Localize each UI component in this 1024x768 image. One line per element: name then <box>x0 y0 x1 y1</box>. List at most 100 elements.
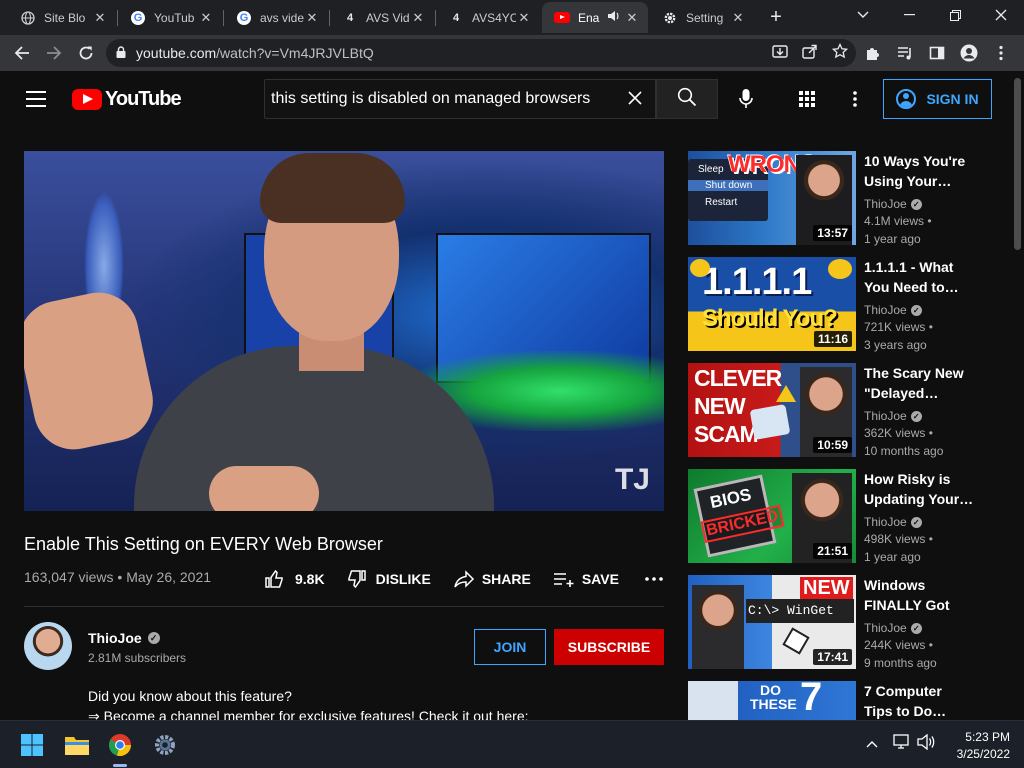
recommended-channel-name[interactable]: ThioJoe <box>864 196 907 212</box>
close-icon[interactable]: ✕ <box>304 10 320 26</box>
thumb-headline: 1.1.1.1 <box>702 261 812 303</box>
install-app-icon[interactable] <box>772 43 788 62</box>
scrollbar-thumb[interactable] <box>1014 78 1021 250</box>
video-thumbnail[interactable]: NEW C:\> WinGet 17:41 <box>688 575 856 669</box>
browser-tab-site-blocker[interactable]: Site Blo ✕ <box>8 2 116 33</box>
video-thumbnail[interactable]: DO THESE 7 <box>688 681 856 720</box>
restore-button[interactable] <box>932 0 978 30</box>
like-button[interactable]: 9.8K <box>264 569 325 589</box>
voice-search-mic-icon[interactable] <box>730 83 762 115</box>
volume-icon[interactable] <box>917 733 935 753</box>
browser-menu-kebab-icon[interactable] <box>990 42 1012 64</box>
search-button[interactable] <box>656 79 718 119</box>
recommended-view-count: 362K views • <box>864 426 933 440</box>
search-input[interactable] <box>265 90 615 108</box>
thumb-number: 7 <box>800 681 823 719</box>
recommended-upload-age: 3 years ago <box>864 338 927 352</box>
youtube-masthead: YouTube SIGN IN <box>0 71 1012 127</box>
new-tab-button[interactable]: + <box>764 6 788 30</box>
close-icon[interactable]: ✕ <box>92 10 108 26</box>
recommended-channel-name[interactable]: ThioJoe <box>864 514 907 530</box>
recommended-channel-name[interactable]: ThioJoe <box>864 620 907 636</box>
tab-title: AVS Vid <box>366 10 410 25</box>
subscribe-button[interactable]: SUBSCRIBE <box>554 629 664 665</box>
close-icon[interactable]: ✕ <box>624 10 640 26</box>
recommended-view-count: 721K views • <box>864 320 933 334</box>
browser-tab-avs-video-search[interactable]: G avs vide ✕ <box>224 2 328 33</box>
youtube-play-icon <box>72 89 102 110</box>
system-clock[interactable]: 5:23 PM 3/25/2022 <box>957 729 1010 763</box>
recommended-video-title[interactable]: 10 Ways You're Using Your… <box>864 151 974 191</box>
browser-tab-avs-video[interactable]: 4 AVS Vid ✕ <box>330 2 434 33</box>
join-button[interactable]: JOIN <box>474 629 546 665</box>
recommended-video[interactable]: BIOS BRICKED 21:51 How Risky is Updating… <box>688 469 988 564</box>
video-player[interactable]: TJ <box>24 151 664 511</box>
close-icon[interactable]: ✕ <box>730 10 746 26</box>
tj-watermark: TJ <box>614 463 650 496</box>
browser-tab-settings[interactable]: Setting ✕ <box>650 2 754 33</box>
side-panel-icon[interactable] <box>926 42 948 64</box>
save-button[interactable]: SAVE <box>553 571 619 587</box>
youtube-logo[interactable]: YouTube <box>72 88 182 111</box>
file-explorer-icon[interactable] <box>61 729 93 761</box>
bookmark-star-icon[interactable] <box>831 42 849 62</box>
recommended-video-title[interactable]: How Risky is Updating Your… <box>864 469 974 509</box>
dislike-button[interactable]: DISLIKE <box>347 569 431 589</box>
share-page-icon[interactable] <box>802 43 818 62</box>
video-duration: 11:16 <box>813 331 852 347</box>
reload-button[interactable] <box>74 41 98 65</box>
settings-kebab-icon[interactable] <box>843 87 867 111</box>
recommended-channel-name[interactable]: ThioJoe <box>864 408 907 424</box>
recommended-channel-name[interactable]: ThioJoe <box>864 302 907 318</box>
video-thumbnail[interactable]: Sleep Shut down Restart WRONG 13:57 <box>688 151 856 245</box>
speaker-icon[interactable] <box>607 10 620 25</box>
profile-avatar-icon[interactable] <box>958 42 980 64</box>
browser-tab-active-youtube[interactable]: Ena ✕ <box>542 2 648 33</box>
media-controls-icon[interactable] <box>894 42 916 64</box>
close-icon[interactable]: ✕ <box>198 10 214 26</box>
recommended-video[interactable]: CLEVER NEW SCAM 10:59 The Scary New "Del… <box>688 363 988 458</box>
video-duration: 17:41 <box>813 649 852 665</box>
chrome-icon[interactable] <box>104 729 136 761</box>
recommended-video-title[interactable]: 1.1.1.1 - What You Need to… <box>864 257 974 297</box>
windows-start-icon[interactable] <box>16 729 48 761</box>
video-thumbnail[interactable]: BIOS BRICKED 21:51 <box>688 469 856 563</box>
video-thumbnail[interactable]: 1.1.1.1 Should You? 11:16 <box>688 257 856 351</box>
recommended-video[interactable]: NEW C:\> WinGet 17:41 Windows FINALLY Go… <box>688 575 988 670</box>
tab-search-chevron-down-icon[interactable] <box>840 0 886 30</box>
lock-icon[interactable] <box>106 45 136 61</box>
browser-tab-youtube-search[interactable]: G YouTub ✕ <box>118 2 222 33</box>
recommended-video[interactable]: 1.1.1.1 Should You? 11:16 1.1.1.1 - What… <box>688 257 988 352</box>
minimize-button[interactable] <box>886 0 932 30</box>
channel-4-icon: 4 <box>346 11 354 24</box>
browser-tab-avs4you[interactable]: 4 AVS4YC ✕ <box>436 2 540 33</box>
extensions-puzzle-icon[interactable] <box>862 42 884 64</box>
recommended-video-title[interactable]: The Scary New "Delayed… <box>864 363 974 403</box>
clear-search-icon[interactable] <box>615 88 655 111</box>
recommended-video[interactable]: DO THESE 7 7 Computer Tips to Do… <box>688 681 988 720</box>
sign-in-button[interactable]: SIGN IN <box>883 79 992 119</box>
channel-name-row[interactable]: ThioJoe ✓ <box>88 630 160 646</box>
video-thumbnail[interactable]: CLEVER NEW SCAM 10:59 <box>688 363 856 457</box>
more-actions-button[interactable] <box>645 577 663 581</box>
hamburger-menu-icon[interactable] <box>26 91 46 107</box>
show-hidden-icons-chevron-up-icon[interactable] <box>866 735 878 751</box>
recommended-video-title[interactable]: Windows FINALLY Got a… <box>864 575 974 615</box>
forward-button[interactable] <box>42 41 66 65</box>
channel-name[interactable]: ThioJoe <box>88 630 142 646</box>
close-icon[interactable]: ✕ <box>516 10 532 26</box>
close-window-button[interactable] <box>978 0 1024 30</box>
back-button[interactable] <box>10 41 34 65</box>
recommended-view-count: 244K views • <box>864 638 933 652</box>
network-icon[interactable] <box>893 734 911 753</box>
sign-in-label: SIGN IN <box>926 91 979 107</box>
address-bar[interactable]: youtube.com/watch?v=Vm4JRJVLBtQ <box>106 39 856 67</box>
recommended-video[interactable]: Sleep Shut down Restart WRONG 13:57 10 W… <box>688 151 988 246</box>
settings-gear-icon[interactable] <box>149 729 181 761</box>
recommended-video-title[interactable]: 7 Computer Tips to Do… <box>864 681 974 720</box>
youtube-apps-grid-icon[interactable] <box>795 87 819 111</box>
meta-separator: • <box>113 569 127 585</box>
share-button[interactable]: SHARE <box>453 570 531 588</box>
close-icon[interactable]: ✕ <box>410 10 426 26</box>
channel-avatar[interactable] <box>24 622 72 670</box>
